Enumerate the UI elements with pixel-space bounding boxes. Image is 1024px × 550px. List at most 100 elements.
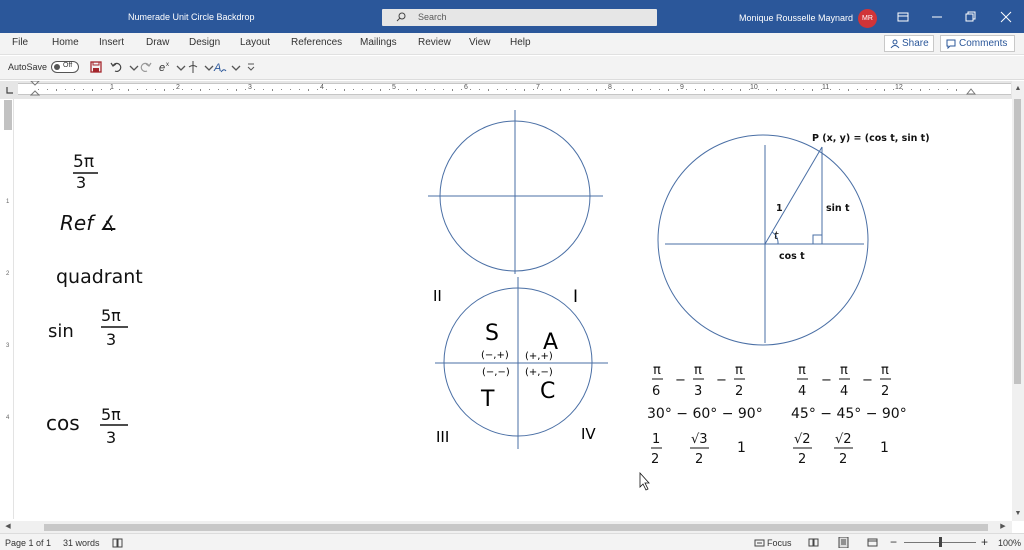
zoom-out-icon[interactable]: − <box>890 535 897 549</box>
horizontal-scrollbar[interactable]: ◀ ▶ <box>0 521 1012 533</box>
ruler-tick <box>74 89 75 90</box>
ruler-tick <box>146 89 147 90</box>
word-count[interactable]: 31 words <box>63 538 100 548</box>
ribbon-display-icon <box>897 12 909 22</box>
quadrant-letter-c: C <box>540 379 555 404</box>
tab-mailings[interactable]: Mailings <box>360 37 397 48</box>
undo-button[interactable] <box>110 60 124 74</box>
zoom-slider-thumb[interactable] <box>939 537 942 547</box>
read-mode-icon[interactable] <box>808 537 819 548</box>
close-button[interactable] <box>995 8 1017 26</box>
print-layout-icon[interactable] <box>838 537 849 548</box>
customize-qat-button[interactable] <box>244 60 258 74</box>
fraction-top: 5π <box>101 306 121 325</box>
ruler-tick <box>434 89 435 90</box>
dash: − <box>862 373 873 388</box>
quick-access-toolbar: AutoSave Off ex A <box>0 56 1024 80</box>
side-num: √3 <box>691 432 708 447</box>
zoom-in-icon[interactable]: + <box>981 535 988 549</box>
ruler-tick <box>695 89 696 90</box>
scroll-right-icon[interactable]: ▶ <box>998 522 1008 532</box>
ruler-tick <box>569 89 570 90</box>
undo-icon <box>110 62 122 72</box>
tab-home[interactable]: Home <box>52 37 79 48</box>
side-den: 2 <box>695 452 703 467</box>
autosave-toggle[interactable]: Off <box>51 61 79 73</box>
ruler-tick <box>686 89 687 90</box>
ink-equation-button[interactable] <box>186 60 200 74</box>
avatar[interactable]: MR <box>858 9 877 28</box>
ruler-tick <box>677 89 678 90</box>
undo-dropdown[interactable] <box>127 60 139 74</box>
comments-button[interactable]: Comments <box>940 35 1015 52</box>
ruler-tick <box>353 89 354 90</box>
share-button[interactable]: Share <box>884 35 934 52</box>
restore-button[interactable] <box>960 8 982 26</box>
ruler-tick <box>803 89 804 90</box>
tab-design[interactable]: Design <box>189 37 220 48</box>
text-effects-dropdown[interactable] <box>229 60 241 74</box>
minimize-button[interactable] <box>926 8 948 26</box>
customize-qat-icon <box>247 63 255 71</box>
web-layout-icon[interactable] <box>867 537 878 548</box>
text-effects-button[interactable]: A <box>213 60 227 74</box>
handwritten-notes: 5π 3 Ref ∡ quadrant sin 5π 3 cos 5π 3 <box>46 152 143 447</box>
tab-selector-icon[interactable] <box>6 86 14 94</box>
ruler-number: 8 <box>608 84 612 91</box>
scrollbar-thumb[interactable] <box>1014 99 1021 384</box>
share-label: Share <box>902 38 929 49</box>
scroll-down-icon[interactable]: ▼ <box>1013 509 1023 519</box>
frac-num: π <box>798 363 806 378</box>
vertical-ruler[interactable]: 1 2 3 4 <box>4 99 14 519</box>
focus-icon[interactable] <box>754 537 765 548</box>
proofing-icon[interactable] <box>112 537 123 548</box>
ruler-tick <box>362 89 363 90</box>
sin-label: sin t <box>826 203 850 214</box>
ruler-tick <box>767 89 768 90</box>
scroll-up-icon[interactable]: ▲ <box>1013 84 1023 94</box>
tab-help[interactable]: Help <box>510 37 531 48</box>
ruler-tick <box>830 89 831 90</box>
vertical-ruler-marker[interactable] <box>4 100 12 130</box>
document-canvas: 5π 3 Ref ∡ quadrant sin 5π 3 cos 5π 3 II… <box>46 110 930 491</box>
ruler-tick <box>506 89 507 90</box>
page-count[interactable]: Page 1 of 1 <box>5 538 51 548</box>
tab-insert[interactable]: Insert <box>99 37 124 48</box>
scrollbar-thumb[interactable] <box>44 524 988 531</box>
ruler-tick <box>884 89 885 91</box>
search-box[interactable]: Search <box>382 9 657 26</box>
tab-review[interactable]: Review <box>418 37 451 48</box>
equation-dropdown[interactable] <box>174 60 186 74</box>
horizontal-ruler[interactable]: 1 2 3 4 5 6 7 8 9 10 11 12 <box>18 81 1011 98</box>
vertical-scrollbar[interactable]: ▲ ▼ <box>1012 81 1024 521</box>
tab-draw[interactable]: Draw <box>146 37 169 48</box>
ruler-tick <box>236 89 237 91</box>
zoom-level[interactable]: 100% <box>998 538 1021 548</box>
document-page[interactable]: 5π 3 Ref ∡ quadrant sin 5π 3 cos 5π 3 II… <box>18 99 1011 519</box>
ruler-tick <box>749 89 750 90</box>
ink-dropdown[interactable] <box>202 60 214 74</box>
focus-label[interactable]: Focus <box>767 538 792 548</box>
ruler-tick <box>857 89 858 90</box>
equation-button[interactable]: ex <box>158 60 172 74</box>
ribbon-display-button[interactable] <box>892 8 914 26</box>
ruler-tick <box>776 89 777 91</box>
ruler-tick <box>218 89 219 90</box>
tab-layout[interactable]: Layout <box>240 37 270 48</box>
quadrant-label-iii: III <box>436 428 449 446</box>
save-button[interactable] <box>89 60 103 74</box>
ruler-tick <box>56 89 57 91</box>
ruler-tick <box>371 89 372 90</box>
right-indent-marker-icon[interactable] <box>966 88 976 98</box>
user-name[interactable]: Monique Rousselle Maynard <box>739 13 853 23</box>
ruler-tick <box>119 89 120 90</box>
scroll-left-icon[interactable]: ◀ <box>3 522 13 532</box>
ink-equation-icon <box>188 61 198 73</box>
tab-file[interactable]: File <box>12 37 28 48</box>
tab-view[interactable]: View <box>469 37 491 48</box>
ruler-number: 11 <box>822 84 830 91</box>
tab-references[interactable]: References <box>291 37 342 48</box>
dash: − <box>716 373 727 388</box>
redo-button[interactable] <box>138 60 152 74</box>
sign-q1: (+,+) <box>525 351 553 362</box>
